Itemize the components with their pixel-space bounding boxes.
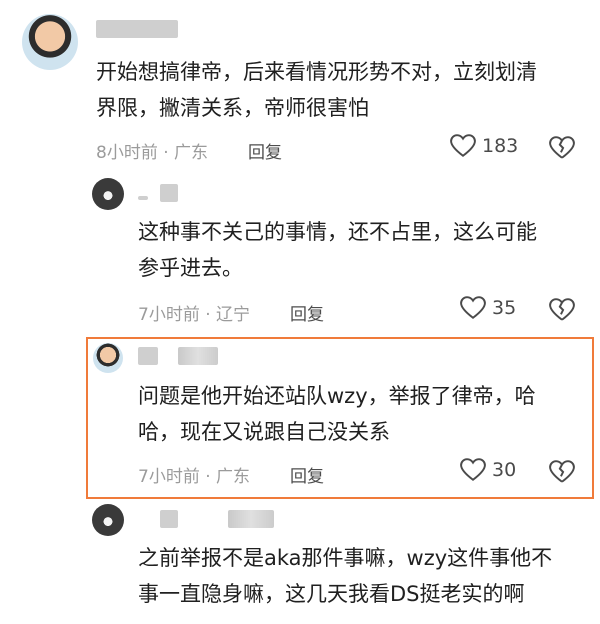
comment-text: 之前举报不是aka那件事嘛，wzy这件事他不 事一直隐身嘛，这几天我看DS挺老实… bbox=[138, 546, 553, 606]
heart-icon bbox=[450, 134, 476, 157]
reply-button[interactable]: 回复 bbox=[248, 138, 282, 163]
username-blurred[interactable] bbox=[160, 510, 178, 528]
avatar[interactable] bbox=[92, 504, 124, 536]
comment-text: 问题是他开始还站队wzy，举报了律帝，哈 哈，现在又说跟自己没关系 bbox=[138, 384, 536, 444]
avatar[interactable] bbox=[92, 178, 124, 210]
comment-time-location: 8小时前 · 广东 bbox=[96, 143, 209, 163]
heart-icon bbox=[460, 458, 486, 481]
heart-icon bbox=[460, 296, 486, 319]
avatar[interactable] bbox=[93, 343, 123, 373]
like-button[interactable]: 183 bbox=[450, 134, 518, 158]
dislike-button[interactable] bbox=[549, 460, 575, 488]
comment-text: 开始想搞律帝，后来看情况形势不对，立刻划清 界限，撇清关系，帝师很害怕 bbox=[96, 60, 537, 120]
reply-button[interactable]: 回复 bbox=[290, 300, 324, 325]
like-count: 35 bbox=[492, 297, 517, 319]
comment-time-location: 7小时前 · 辽宁 bbox=[138, 305, 251, 325]
avatar[interactable] bbox=[22, 14, 78, 70]
like-button[interactable]: 30 bbox=[460, 458, 516, 482]
broken-heart-icon bbox=[549, 460, 575, 483]
comment-text: 这种事不关己的事情，还不占里，这么可能 参乎进去。 bbox=[138, 220, 537, 280]
username-blurred[interactable] bbox=[138, 347, 158, 365]
username-blurred bbox=[228, 510, 274, 528]
broken-heart-icon bbox=[549, 298, 575, 321]
dislike-button[interactable] bbox=[549, 298, 575, 326]
username-blurred bbox=[178, 347, 218, 365]
reply-button[interactable]: 回复 bbox=[290, 462, 324, 487]
broken-heart-icon bbox=[549, 136, 575, 159]
like-count: 30 bbox=[492, 459, 517, 481]
comment-time-location: 7小时前 · 广东 bbox=[138, 467, 251, 487]
username-blurred[interactable] bbox=[160, 184, 178, 202]
like-button[interactable]: 35 bbox=[460, 296, 516, 320]
dislike-button[interactable] bbox=[549, 136, 575, 164]
username-blurred[interactable] bbox=[96, 20, 178, 38]
username-blurred bbox=[138, 196, 148, 200]
like-count: 183 bbox=[482, 135, 519, 157]
